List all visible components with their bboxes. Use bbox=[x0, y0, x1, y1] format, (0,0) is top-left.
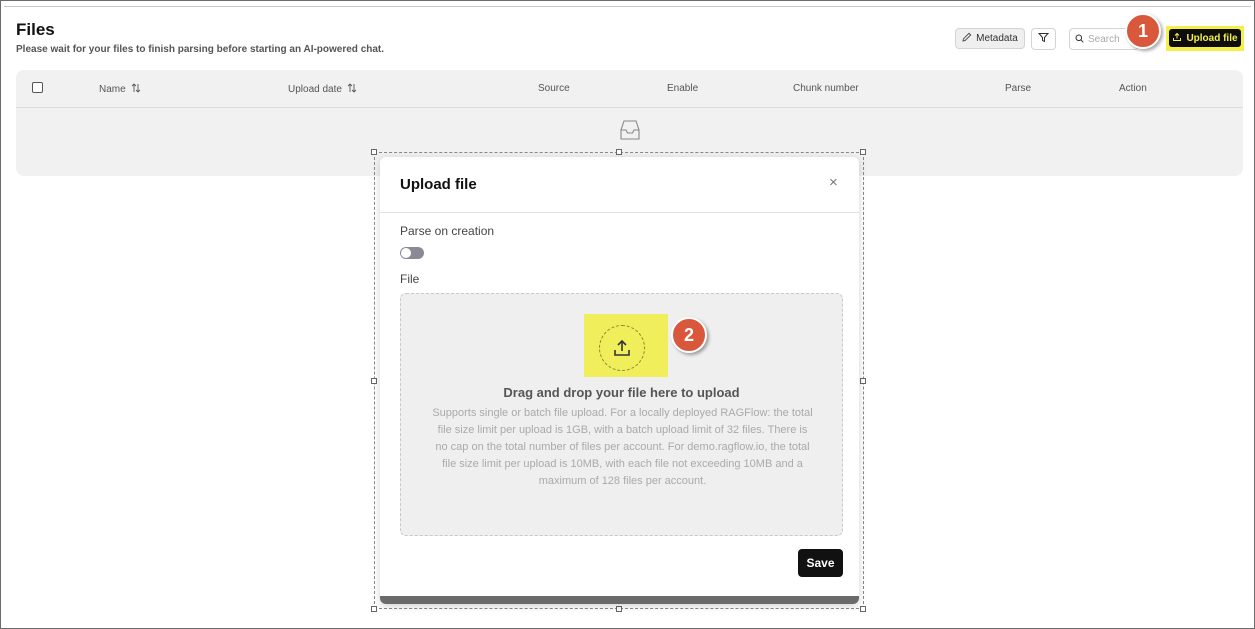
close-icon[interactable]: × bbox=[829, 175, 838, 190]
column-header-parse: Parse bbox=[1005, 83, 1032, 94]
resize-handle bbox=[860, 378, 866, 384]
upload-file-dialog: Upload file × Parse on creation File Dra… bbox=[380, 157, 859, 604]
step-callout-1: 1 bbox=[1125, 13, 1161, 49]
resize-handle bbox=[860, 606, 866, 612]
resize-handle bbox=[371, 606, 377, 612]
resize-handle bbox=[371, 149, 377, 155]
dialog-title: Upload file bbox=[400, 176, 477, 193]
column-header-upload-date[interactable]: Upload date bbox=[288, 83, 357, 96]
filter-icon bbox=[1037, 30, 1050, 48]
pencil-icon bbox=[962, 32, 972, 45]
column-header-action: Action bbox=[1119, 83, 1147, 94]
save-button[interactable]: Save bbox=[798, 549, 843, 577]
dropzone-description: Supports single or batch file upload. Fo… bbox=[432, 407, 813, 487]
page-subtitle: Please wait for your files to finish par… bbox=[16, 44, 385, 55]
search-icon bbox=[1075, 30, 1084, 48]
upload-file-button[interactable]: Upload file bbox=[1169, 29, 1241, 47]
dialog-divider bbox=[380, 212, 859, 213]
metadata-label: Metadata bbox=[976, 33, 1018, 44]
sort-icon[interactable] bbox=[131, 83, 141, 96]
select-all-checkbox[interactable] bbox=[32, 82, 43, 93]
top-divider bbox=[4, 6, 1251, 7]
file-label: File bbox=[400, 272, 420, 286]
table-header: Name Upload date Source Enable Chunk num… bbox=[16, 70, 1243, 108]
parse-on-creation-label: Parse on creation bbox=[400, 224, 495, 238]
resize-handle bbox=[616, 149, 622, 155]
resize-handle bbox=[860, 149, 866, 155]
upload-icon[interactable] bbox=[599, 325, 645, 371]
step-callout-2: 2 bbox=[671, 317, 707, 353]
column-header-chunk-number: Chunk number bbox=[793, 83, 859, 94]
file-dropzone[interactable]: Drag and drop your file here to upload S… bbox=[400, 293, 843, 536]
sort-icon[interactable] bbox=[347, 83, 357, 96]
column-header-enable: Enable bbox=[667, 83, 699, 94]
toggle-knob bbox=[401, 248, 411, 258]
upload-file-label: Upload file bbox=[1186, 32, 1238, 44]
column-header-name[interactable]: Name bbox=[99, 83, 141, 96]
page-title: Files bbox=[16, 20, 55, 39]
resize-handle bbox=[616, 606, 622, 612]
parse-on-creation-toggle[interactable] bbox=[400, 247, 424, 259]
upload-icon bbox=[1172, 32, 1182, 45]
filter-button[interactable] bbox=[1031, 28, 1056, 50]
dialog-bottom-bar bbox=[380, 596, 859, 604]
metadata-button[interactable]: Metadata bbox=[955, 28, 1025, 49]
resize-handle bbox=[371, 378, 377, 384]
inbox-icon bbox=[618, 118, 642, 147]
dropzone-title: Drag and drop your file here to upload bbox=[503, 385, 740, 400]
column-header-source: Source bbox=[538, 83, 570, 94]
